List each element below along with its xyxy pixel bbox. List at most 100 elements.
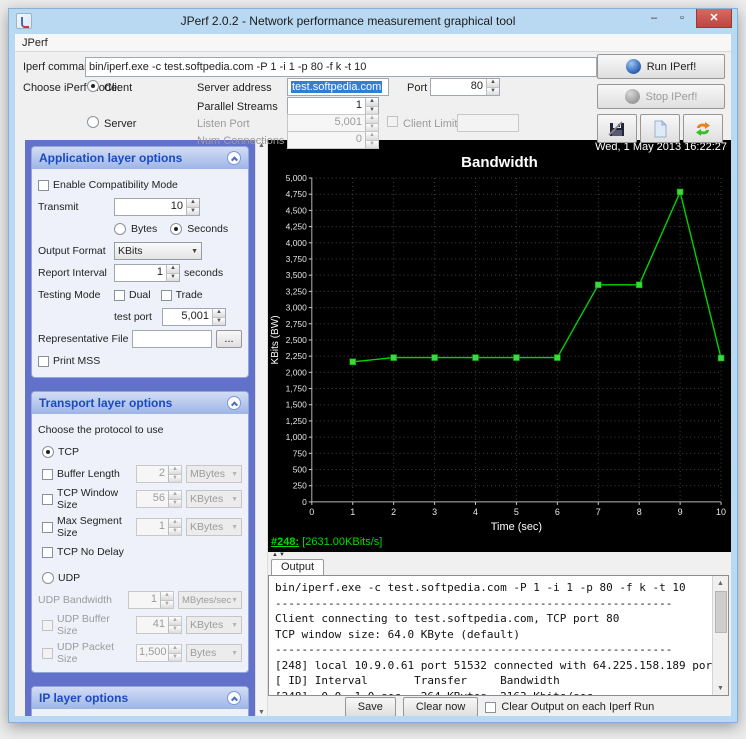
server-radio[interactable]: [87, 116, 99, 128]
save-button[interactable]: Save: [345, 697, 396, 716]
spinner-arrows-icon[interactable]: ▲▼: [212, 309, 225, 325]
udp-bandwidth-spinner[interactable]: 1▲▼: [128, 591, 174, 609]
close-button[interactable]: ✕: [696, 9, 732, 28]
clear-output-checkbox[interactable]: [485, 702, 496, 713]
tcp-window-label[interactable]: TCP Window Size: [57, 487, 132, 511]
listen-port-spinner[interactable]: 5,001▲▼: [287, 114, 379, 132]
server-address-field[interactable]: test.softpedia.com: [287, 78, 389, 96]
udp-radio[interactable]: [42, 572, 54, 584]
client-limit-field[interactable]: [457, 114, 519, 132]
output-page-button[interactable]: [640, 114, 680, 143]
svg-text:4,250: 4,250: [286, 222, 307, 232]
server-radio-label[interactable]: Server: [104, 118, 136, 130]
scroll-down-icon[interactable]: ▼: [258, 709, 265, 716]
udp-buffer-unit-combo[interactable]: KBytes▼: [186, 616, 242, 634]
trade-label[interactable]: Trade: [176, 289, 203, 301]
print-mss-checkbox[interactable]: [38, 356, 49, 367]
testing-mode-label: Testing Mode: [38, 289, 110, 301]
application-layer-header[interactable]: Application layer options: [32, 147, 248, 169]
dual-checkbox[interactable]: [114, 290, 125, 301]
buffer-length-checkbox[interactable]: [42, 469, 53, 480]
spinner-arrows-icon[interactable]: ▲▼: [186, 199, 199, 215]
buffer-length-unit-combo[interactable]: MBytes▼: [186, 465, 242, 483]
svg-text:3: 3: [432, 507, 437, 517]
seconds-label[interactable]: Seconds: [187, 223, 228, 235]
udp-packet-unit-combo[interactable]: Bytes▼: [186, 644, 242, 662]
output-scrollbar[interactable]: ▲ ▼: [712, 576, 728, 695]
parallel-streams-spinner[interactable]: 1▲▼: [287, 97, 379, 115]
collapse-chevron-icon[interactable]: [227, 396, 241, 410]
seconds-radio[interactable]: [170, 223, 182, 235]
udp-bandwidth-unit-combo[interactable]: MBytes/sec▼: [178, 591, 242, 609]
report-interval-suffix: seconds: [184, 267, 223, 279]
buffer-length-spinner[interactable]: 2▲▼: [136, 465, 182, 483]
udp-packet-checkbox[interactable]: [42, 648, 53, 659]
options-scrollbar[interactable]: ▲ ▼: [255, 140, 268, 716]
minimize-button[interactable]: –: [640, 9, 668, 28]
tcp-window-checkbox[interactable]: [42, 494, 53, 505]
trade-checkbox[interactable]: [161, 290, 172, 301]
spinner-arrows-icon[interactable]: ▲▼: [365, 98, 378, 114]
tcp-window-unit-combo[interactable]: KBytes▼: [186, 490, 242, 508]
output-format-combo[interactable]: KBits▼: [114, 242, 202, 260]
svg-text:500: 500: [293, 464, 307, 474]
max-segment-label[interactable]: Max Segment Size: [57, 515, 132, 539]
transport-layer-header[interactable]: Transport layer options: [32, 392, 248, 414]
udp-buffer-spinner[interactable]: 41▲▼: [136, 616, 182, 634]
restart-button[interactable]: [683, 114, 723, 143]
tcp-no-delay-label[interactable]: TCP No Delay: [57, 546, 124, 558]
representative-file-field[interactable]: [132, 330, 212, 348]
buffer-length-label[interactable]: Buffer Length: [57, 468, 132, 480]
print-mss-label[interactable]: Print MSS: [53, 355, 100, 367]
save-graph-button[interactable]: [597, 114, 637, 143]
dual-label[interactable]: Dual: [129, 289, 151, 301]
clear-output-label[interactable]: Clear Output on each Iperf Run: [501, 701, 654, 713]
spinner-arrows-icon[interactable]: ▲▼: [166, 265, 179, 281]
clear-now-button[interactable]: Clear now: [403, 697, 479, 716]
collapse-chevron-icon[interactable]: [227, 151, 241, 165]
scroll-down-icon[interactable]: ▼: [717, 681, 724, 695]
tcp-radio[interactable]: [42, 446, 54, 458]
scroll-up-icon[interactable]: ▲: [717, 576, 724, 590]
max-segment-spinner[interactable]: 1▲▼: [136, 518, 182, 536]
enable-compat-checkbox[interactable]: [38, 180, 49, 191]
udp-packet-spinner[interactable]: 1,500▲▼: [136, 644, 182, 662]
iperf-command-field[interactable]: bin/iperf.exe -c test.softpedia.com -P 1…: [85, 57, 597, 77]
spinner-arrows-icon[interactable]: ▲▼: [486, 79, 499, 95]
udp-buffer-checkbox[interactable]: [42, 620, 53, 631]
maximize-button[interactable]: ▫: [668, 9, 696, 28]
tcp-no-delay-checkbox[interactable]: [42, 547, 53, 558]
max-segment-unit-combo[interactable]: KBytes▼: [186, 518, 242, 536]
port-spinner[interactable]: 80▲▼: [430, 78, 500, 96]
output-text[interactable]: bin/iperf.exe -c test.softpedia.com -P 1…: [269, 576, 712, 695]
floppy-disk-icon: [608, 120, 626, 138]
browse-button[interactable]: ...: [216, 330, 242, 348]
titlebar[interactable]: JPerf 2.0.2 - Network performance measur…: [9, 9, 737, 34]
legend-series-id: #248:: [271, 536, 299, 548]
client-radio[interactable]: [87, 80, 99, 92]
tcp-window-spinner[interactable]: 56▲▼: [136, 490, 182, 508]
max-segment-checkbox[interactable]: [42, 522, 53, 533]
udp-label[interactable]: UDP: [58, 572, 80, 584]
scrollbar-thumb[interactable]: [715, 591, 727, 633]
collapse-chevron-icon[interactable]: [227, 691, 241, 705]
client-limit-checkbox[interactable]: [387, 116, 398, 127]
tcp-label[interactable]: TCP: [58, 446, 79, 458]
transmit-spinner[interactable]: 10▲▼: [114, 198, 200, 216]
parallel-streams-label: Parallel Streams: [197, 101, 278, 113]
bytes-label[interactable]: Bytes: [131, 223, 157, 235]
enable-compat-label[interactable]: Enable Compatibility Mode: [53, 179, 178, 191]
svg-text:3,000: 3,000: [286, 303, 307, 313]
stop-iperf-button[interactable]: Stop IPerf!: [597, 84, 725, 109]
menu-jperf[interactable]: JPerf: [15, 34, 55, 51]
tab-output[interactable]: Output: [271, 559, 324, 575]
report-interval-spinner[interactable]: 1▲▼: [114, 264, 180, 282]
num-connections-spinner[interactable]: 0▲▼: [287, 131, 379, 149]
ip-layer-header[interactable]: IP layer options: [32, 687, 248, 709]
bandwidth-chart-svg: 02505007501,0001,2501,5001,7502,0002,250…: [268, 173, 731, 536]
server-address-selected-text: test.softpedia.com: [291, 81, 382, 93]
test-port-spinner[interactable]: 5,001▲▼: [162, 308, 226, 326]
client-radio-label[interactable]: Client: [104, 82, 132, 94]
run-iperf-button[interactable]: Run IPerf!: [597, 54, 725, 79]
bytes-radio[interactable]: [114, 223, 126, 235]
